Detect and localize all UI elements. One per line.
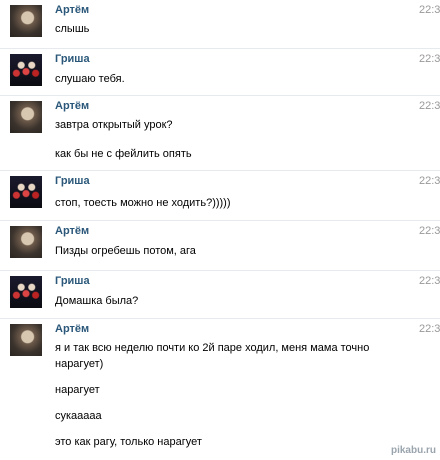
watermark: pikabu.ru <box>390 445 436 456</box>
message-text: Пизды огребешь потом, ага <box>55 245 196 257</box>
message-row: Гриша 22:3 стоп, тоесть можно не ходить?))… <box>0 170 440 220</box>
author-link[interactable]: Артём <box>55 323 89 335</box>
message-row: Артём 22:3 слышь <box>0 0 440 48</box>
message-text: как бы не с фейлить опять <box>55 148 192 160</box>
message-text: стоп, тоесть можно не ходить?))))) <box>55 197 231 209</box>
message-text: завтра открытый урок? <box>55 119 173 131</box>
message-time[interactable]: 22:3 <box>419 53 440 65</box>
author-link[interactable]: Артём <box>55 100 89 112</box>
message-row: Гриша 22:3 слушаю тебя. <box>0 48 440 95</box>
message-row: Артём 22:3 я и так всю неделю почти ко 2й … <box>0 318 440 460</box>
message-text: это как рагу, только нарагует <box>55 436 202 448</box>
author-link[interactable]: Артём <box>55 225 89 237</box>
avatar[interactable] <box>10 176 42 208</box>
message-row: Артём 22:3 завтра открытый урок? как бы не … <box>0 95 440 170</box>
author-link[interactable]: Гриша <box>55 53 90 65</box>
author-link[interactable]: Гриша <box>55 275 90 287</box>
avatar[interactable] <box>10 101 42 133</box>
message-time[interactable]: 22:3 <box>419 275 440 287</box>
message-time[interactable]: 22:3 <box>419 4 440 16</box>
message-time[interactable]: 22:3 <box>419 323 440 335</box>
avatar[interactable] <box>10 226 42 258</box>
message-text: нарагует <box>55 384 100 396</box>
message-time[interactable]: 22:3 <box>419 100 440 112</box>
message-text: нарагует) <box>55 358 104 370</box>
avatar[interactable] <box>10 276 42 308</box>
message-time[interactable]: 22:3 <box>419 225 440 237</box>
message-row: Артём 22:3 Пизды огребешь потом, ага <box>0 220 440 270</box>
author-link[interactable]: Артём <box>55 4 89 16</box>
message-time[interactable]: 22:3 <box>419 175 440 187</box>
message-text: слушаю тебя. <box>55 73 125 85</box>
avatar[interactable] <box>10 54 42 86</box>
message-text: Домашка была? <box>55 295 139 307</box>
author-link[interactable]: Гриша <box>55 175 90 187</box>
avatar[interactable] <box>10 5 42 37</box>
message-text: слышь <box>55 23 90 35</box>
avatar[interactable] <box>10 324 42 356</box>
message-text: сукааааа <box>55 410 102 422</box>
message-text: я и так всю неделю почти ко 2й паре ходи… <box>55 342 370 354</box>
message-row: Гриша 22:3 Домашка была? <box>0 270 440 318</box>
